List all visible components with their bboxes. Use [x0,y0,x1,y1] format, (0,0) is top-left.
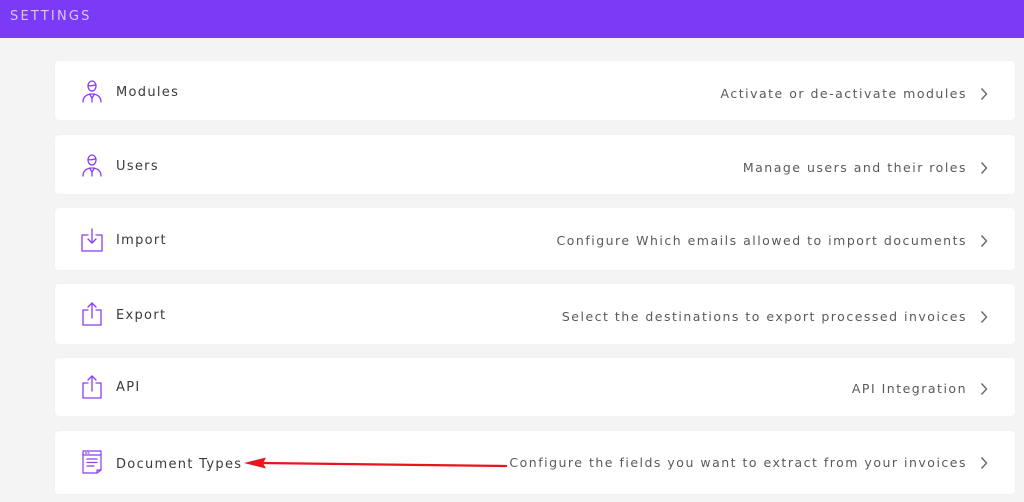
chevron-right-icon [979,382,989,396]
settings-item-description: Manage users and their roles [742,160,967,175]
chevron-right-icon [979,87,989,101]
settings-item-import[interactable]: Import Configure Which emails allowed to… [55,208,1015,270]
settings-item-label: Document Types [116,457,243,472]
chevron-right-icon [979,310,989,324]
settings-item-label: Users [116,159,159,174]
settings-item-description: Configure Which emails allowed to import… [556,233,967,248]
person-icon [79,78,105,104]
settings-item-export[interactable]: Export Select the destinations to export… [55,284,1015,344]
chevron-right-icon [979,456,989,470]
settings-item-users[interactable]: Users Manage users and their roles [55,135,1015,194]
settings-item-document-types[interactable]: Document Types Configure the fields you … [55,431,1015,494]
export-icon [79,301,105,327]
settings-header: SETTINGS [0,0,1024,38]
settings-item-description: Configure the fields you want to extract… [509,455,967,470]
settings-item-description: Activate or de-activate modules [720,86,967,101]
settings-item-api[interactable]: API API Integration [55,358,1015,416]
document-icon [79,449,105,475]
settings-item-label: API [116,380,141,395]
settings-item-description: API Integration [851,381,967,396]
settings-item-description: Select the destinations to export proces… [561,309,967,324]
chevron-right-icon [979,234,989,248]
settings-item-label: Export [116,308,167,323]
import-icon [79,227,105,253]
page-title: SETTINGS [10,9,92,24]
chevron-right-icon [979,161,989,175]
export-icon [79,374,105,400]
settings-item-label: Import [116,233,167,248]
settings-item-label: Modules [116,85,180,100]
settings-item-modules[interactable]: Modules Activate or de-activate modules [55,61,1015,120]
person-icon [79,152,105,178]
